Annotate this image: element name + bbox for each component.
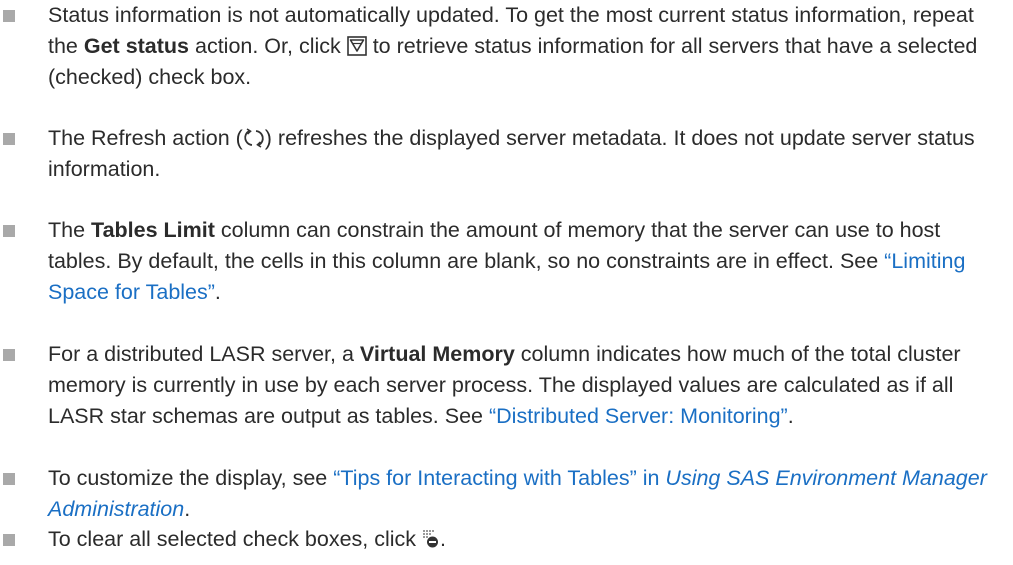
text-segment: For a distributed LASR server, a bbox=[48, 342, 360, 366]
list-item-text: The Tables Limit column can constrain th… bbox=[48, 215, 1000, 308]
list-item-text: Status information is not automatically … bbox=[48, 0, 1000, 93]
list-item-text: For a distributed LASR server, a Virtual… bbox=[48, 339, 1000, 432]
text-segment: To customize the display, see bbox=[48, 466, 334, 490]
document-page: Status information is not automatically … bbox=[0, 0, 1013, 565]
bullet-marker bbox=[3, 225, 15, 237]
text-segment: The bbox=[48, 218, 92, 242]
refresh-icon bbox=[243, 128, 265, 148]
text-segment: . bbox=[440, 527, 447, 551]
clear-selections-icon bbox=[422, 529, 440, 549]
bold-term: Get status bbox=[83, 34, 190, 58]
list-item-text: To customize the display, see “Tips for … bbox=[48, 463, 1000, 525]
text-segment: . bbox=[787, 404, 794, 428]
list-item-text: The Refresh action () refreshes the disp… bbox=[48, 123, 1000, 185]
distributed-server-monitoring-link[interactable]: “Distributed Server: Monitoring” bbox=[489, 404, 788, 428]
bullet-marker bbox=[3, 10, 15, 22]
text-segment: To clear all selected check boxes, click bbox=[48, 527, 423, 551]
link-text: “Tips for Interacting with Tables” in bbox=[333, 466, 666, 490]
text-segment: . bbox=[184, 497, 191, 521]
bullet-marker bbox=[3, 349, 15, 361]
bold-term: Virtual Memory bbox=[359, 342, 515, 366]
get-status-filter-icon bbox=[346, 36, 367, 56]
text-segment: . bbox=[214, 280, 221, 304]
text-segment: The Refresh action ( bbox=[48, 126, 243, 150]
bullet-marker bbox=[3, 534, 15, 546]
bullet-marker bbox=[3, 133, 15, 145]
bullet-marker bbox=[3, 473, 15, 485]
bold-term: Tables Limit bbox=[91, 218, 215, 242]
text-segment: action. Or, click bbox=[189, 34, 347, 58]
list-item-text: To clear all selected check boxes, click… bbox=[48, 524, 1000, 555]
